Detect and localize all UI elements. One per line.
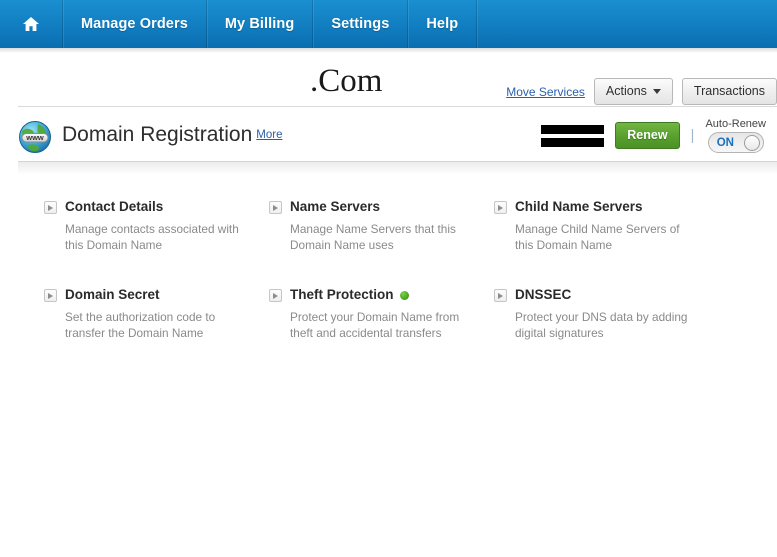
service-title[interactable]: Child Name Servers (515, 198, 719, 216)
svg-text:www: www (25, 133, 44, 142)
redaction-bar-line1 (541, 124, 605, 134)
expand-arrow-icon[interactable] (269, 289, 282, 302)
service-title-label: Name Servers (290, 199, 381, 214)
home-icon (23, 17, 39, 31)
redaction-bar-line2 (541, 137, 605, 147)
nav-label-manage-orders: Manage Orders (81, 16, 188, 32)
service-body: Child Name Servers Manage Child Name Ser… (515, 198, 719, 253)
service-description: Manage contacts associated with this Dom… (65, 222, 239, 252)
nav-label-my-billing: My Billing (224, 16, 295, 32)
service-title[interactable]: DNSSEC (515, 286, 719, 304)
nav-item-help[interactable]: Help (408, 0, 478, 48)
redacted-domain-info (541, 124, 605, 147)
service-item-child-name-servers[interactable]: Child Name Servers Manage Child Name Ser… (494, 198, 719, 253)
topnav-drop-shadow (0, 48, 777, 53)
nav-label-help: Help (426, 16, 459, 32)
renew-button[interactable]: Renew (615, 122, 680, 149)
expand-arrow-icon[interactable] (494, 289, 507, 302)
top-navigation-bar: Manage Orders My Billing Settings Help (0, 0, 777, 48)
page-title: .Com (310, 63, 383, 99)
service-item-domain-secret[interactable]: Domain Secret Set the authorization code… (44, 286, 269, 341)
service-body: Theft Protection Protect your Domain Nam… (290, 286, 494, 341)
header-action-group: Move Services Actions Transactions (506, 78, 777, 105)
nav-label-settings: Settings (331, 16, 390, 32)
service-item-contact-details[interactable]: Contact Details Manage contacts associat… (44, 198, 269, 253)
product-summary-row: www Domain Registration More Renew | Auto… (0, 112, 777, 160)
more-link[interactable]: More (256, 129, 282, 141)
chevron-down-icon (652, 88, 661, 94)
service-description: Manage Name Servers that this Domain Nam… (290, 222, 456, 252)
auto-renew-toggle[interactable]: ON (707, 132, 764, 153)
transactions-button[interactable]: Transactions (681, 78, 777, 105)
service-body: Name Servers Manage Name Servers that th… (290, 198, 494, 253)
service-title[interactable]: Contact Details (65, 198, 269, 216)
service-description: Set the authorization code to transfer t… (65, 310, 216, 340)
service-item-theft-protection[interactable]: Theft Protection Protect your Domain Nam… (269, 286, 494, 341)
service-title-label: Child Name Servers (515, 199, 643, 214)
section-divider-band (18, 162, 777, 174)
product-name-block: Domain Registration More (62, 120, 282, 150)
service-item-name-servers[interactable]: Name Servers Manage Name Servers that th… (269, 198, 494, 253)
service-title-label: DNSSEC (515, 287, 572, 302)
actions-dropdown-button[interactable]: Actions (593, 78, 673, 105)
move-services-link[interactable]: Move Services (506, 85, 585, 99)
toggle-knob (743, 134, 760, 151)
transactions-button-label: Transactions (693, 84, 765, 98)
actions-button-label: Actions (605, 84, 647, 98)
auto-renew-control: Auto-Renew ON (705, 118, 766, 153)
service-title[interactable]: Theft Protection (290, 286, 494, 304)
service-title-label: Theft Protection (290, 287, 394, 302)
page-header: .Com Move Services Actions Transactions (0, 60, 777, 108)
service-title-label: Contact Details (65, 199, 164, 214)
service-title-label: Domain Secret (65, 287, 160, 302)
service-body: Domain Secret Set the authorization code… (65, 286, 269, 341)
expand-arrow-icon[interactable] (44, 289, 57, 302)
service-item-dnssec[interactable]: DNSSEC Protect your DNS data by adding d… (494, 286, 719, 341)
service-title[interactable]: Domain Secret (65, 286, 269, 304)
expand-arrow-icon[interactable] (44, 201, 57, 214)
expand-arrow-icon[interactable] (494, 201, 507, 214)
auto-renew-state-label: ON (716, 136, 734, 149)
service-description: Protect your Domain Name from theft and … (290, 310, 460, 340)
nav-empty-space (477, 0, 777, 48)
service-body: DNSSEC Protect your DNS data by adding d… (515, 286, 719, 341)
service-description: Protect your DNS data by adding digital … (515, 310, 688, 340)
nav-item-manage-orders[interactable]: Manage Orders (63, 0, 207, 48)
control-separator: | (690, 127, 695, 144)
status-active-icon (399, 290, 409, 300)
product-controls-group: Renew | Auto-Renew ON (541, 118, 766, 153)
product-name-label: Domain Registration (62, 123, 253, 146)
services-grid: Contact Details Manage contacts associat… (44, 198, 764, 374)
service-title[interactable]: Name Servers (290, 198, 494, 216)
expand-arrow-icon[interactable] (269, 201, 282, 214)
auto-renew-label: Auto-Renew (705, 118, 766, 130)
nav-item-settings[interactable]: Settings (313, 0, 409, 48)
service-body: Contact Details Manage contacts associat… (65, 198, 269, 253)
service-description: Manage Child Name Servers of this Domain… (515, 222, 680, 252)
globe-www-icon: www (19, 121, 51, 153)
nav-item-home[interactable] (0, 0, 63, 48)
header-divider (18, 106, 777, 107)
nav-item-my-billing[interactable]: My Billing (207, 0, 314, 48)
